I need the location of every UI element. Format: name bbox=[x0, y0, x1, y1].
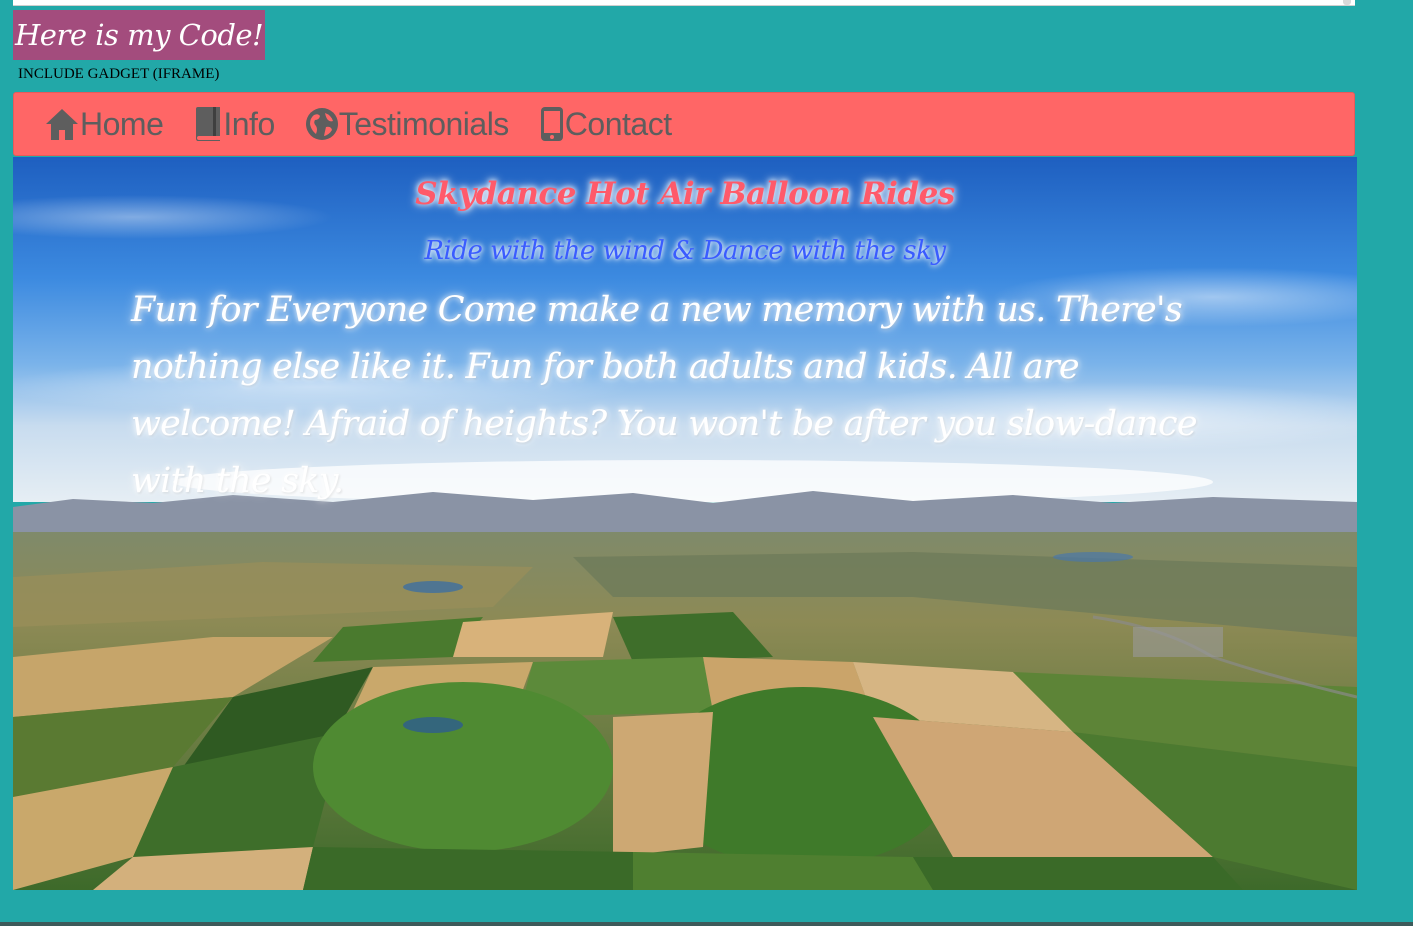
nav-item-home[interactable]: Home bbox=[44, 104, 164, 144]
hero-banner: Skydance Hot Air Balloon Rides Ride with… bbox=[13, 157, 1357, 890]
hero-description: Fun for Everyone Come make a new memory … bbox=[131, 290, 1198, 501]
nav-item-contact[interactable]: Contact bbox=[539, 104, 672, 144]
home-icon bbox=[46, 109, 78, 140]
nav-item-label: Home bbox=[80, 106, 164, 142]
window-bottom-edge bbox=[0, 922, 1413, 926]
phone-icon bbox=[540, 107, 563, 141]
embedded-frame-top bbox=[13, 0, 1355, 6]
nav-item-info[interactable]: Info bbox=[193, 104, 275, 144]
frame-scrollbar[interactable] bbox=[1343, 0, 1351, 5]
nav-item-label: Info bbox=[223, 106, 275, 142]
hero-title: Skydance Hot Air Balloon Rides bbox=[415, 176, 955, 212]
code-tag-heading: Here is my Code! bbox=[13, 10, 266, 60]
nav-item-label: Contact bbox=[564, 106, 672, 142]
book-icon bbox=[196, 107, 221, 141]
nav-item-label: Testimonials bbox=[338, 106, 510, 142]
globe-icon bbox=[305, 108, 338, 140]
nav-item-testimonials[interactable]: Testimonials bbox=[305, 104, 509, 144]
main-navbar: Home Info Testimonials Contact bbox=[13, 92, 1355, 156]
gadget-label: INCLUDE GADGET (IFRAME) bbox=[18, 66, 220, 82]
hero-subtitle: Ride with the wind & Dance with the sky bbox=[424, 236, 946, 266]
